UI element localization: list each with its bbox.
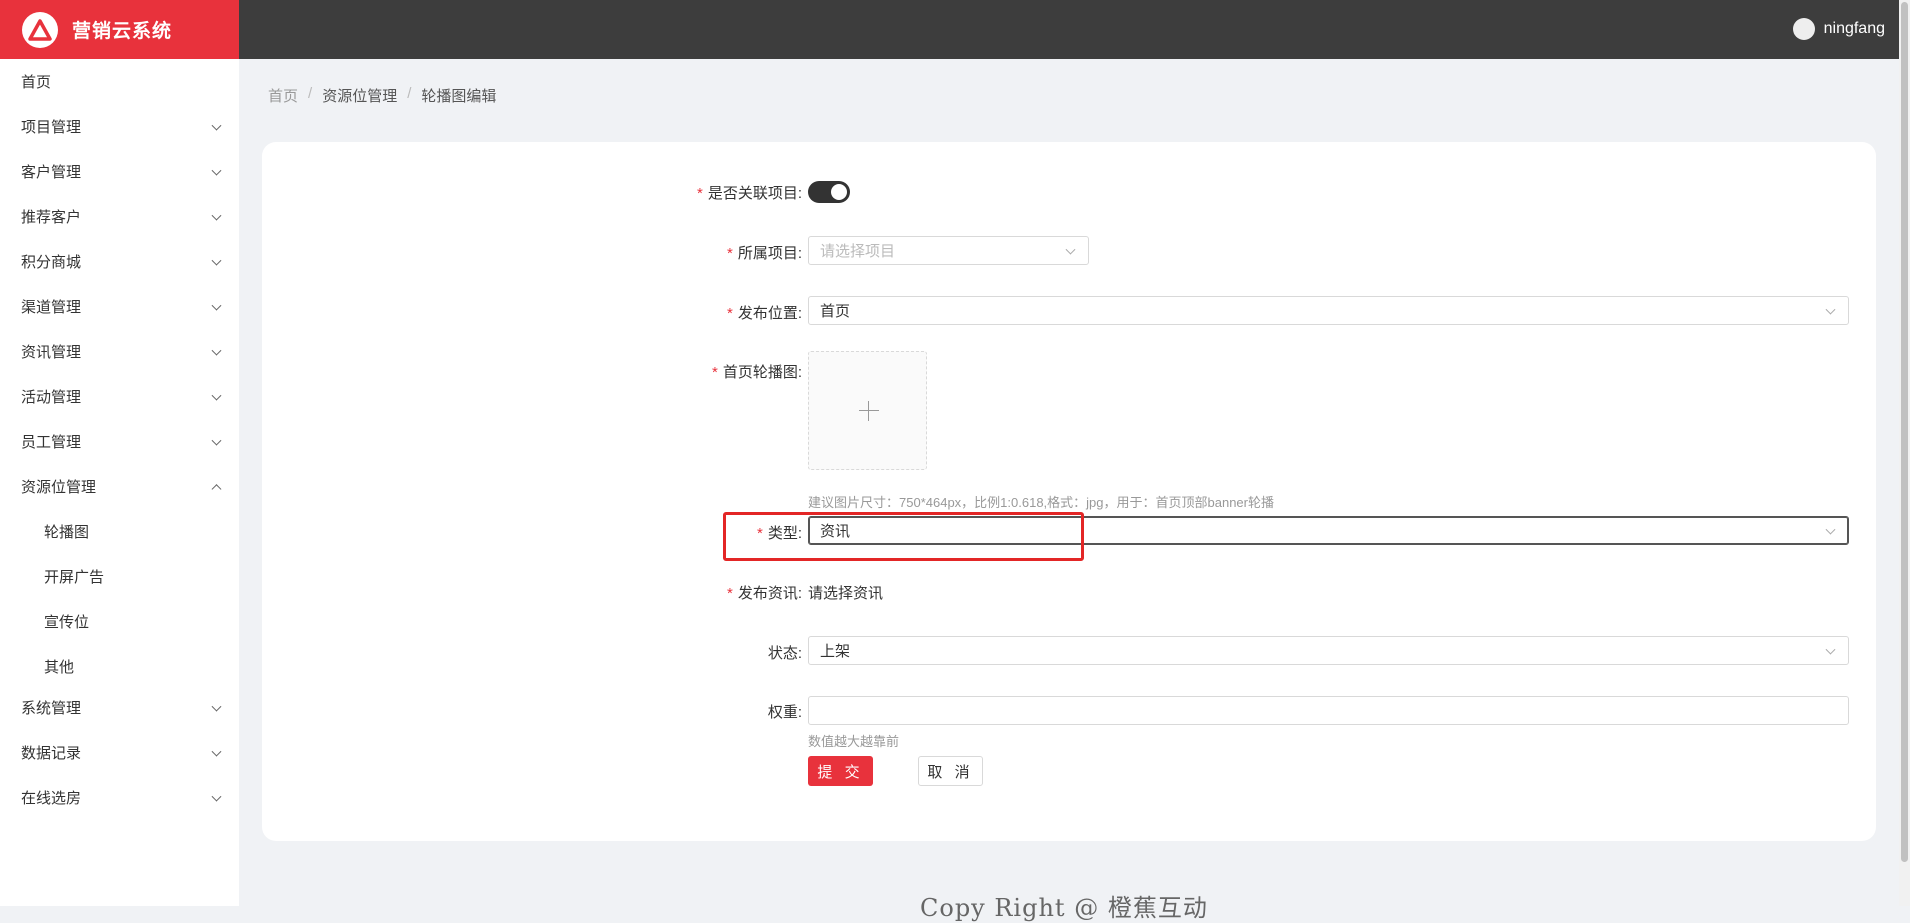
article-label: * 发布资讯: (726, 585, 802, 602)
sidebar: 首页 项目管理 客户管理 推荐客户 积分商城 渠道管理 资讯管理 活动管理 员工… (0, 59, 239, 906)
chevron-down-icon (211, 300, 222, 311)
sidebar-item-carousel[interactable]: 轮播图 (0, 509, 239, 554)
sidebar-item-points-mall[interactable]: 积分商城 (0, 239, 239, 284)
article-picker[interactable]: 请选择资讯 (808, 582, 883, 603)
sidebar-item-label: 首页 (21, 74, 52, 91)
sidebar-item-data-records[interactable]: 数据记录 (0, 730, 239, 775)
chevron-down-icon (211, 345, 222, 356)
status-label: 状态: (767, 645, 802, 662)
chevron-down-icon (211, 701, 222, 712)
sidebar-item-label: 项目管理 (21, 119, 82, 136)
sidebar-item-resource-slots[interactable]: 资源位管理 (0, 464, 239, 509)
banner-upload[interactable] (808, 351, 927, 470)
sidebar-item-promo-slot[interactable]: 宣传位 (0, 599, 239, 644)
project-label: * 所属项目: (726, 245, 802, 262)
sidebar-item-label: 开屏广告 (44, 569, 105, 586)
page-scrollbar[interactable] (1899, 0, 1910, 906)
sidebar-item-label: 积分商城 (21, 254, 82, 271)
sidebar-item-splash-ads[interactable]: 开屏广告 (0, 554, 239, 599)
banner-label: * 首页轮播图: (711, 364, 802, 381)
chevron-down-icon (211, 120, 222, 131)
chevron-down-icon (211, 210, 222, 221)
form-card: * 是否关联项目: * 所属项目: 请选择项目 * 发布位置: 首页 * 首页轮播图: … (262, 142, 1876, 841)
sidebar-item-label: 资讯管理 (21, 344, 82, 361)
breadcrumb-current: 轮播图编辑 (421, 88, 497, 105)
sidebar-item-online-selection[interactable]: 在线选房 (0, 775, 239, 820)
chevron-down-icon (211, 255, 222, 266)
sidebar-item-projects[interactable]: 项目管理 (0, 104, 239, 149)
breadcrumb-separator: / (308, 85, 313, 102)
app-logo[interactable]: 营销云系统 (0, 0, 239, 59)
sidebar-item-label: 推荐客户 (21, 209, 82, 226)
weight-hint: 数值越大越靠前 (808, 734, 900, 749)
sidebar-item-label: 其他 (44, 659, 75, 676)
chevron-down-icon (1825, 524, 1836, 535)
sidebar-item-other[interactable]: 其他 (0, 644, 239, 689)
sidebar-item-label: 在线选房 (21, 790, 82, 807)
position-label: * 发布位置: (726, 305, 802, 322)
sidebar-item-label: 轮播图 (44, 524, 90, 541)
user-name: ningfang (1823, 20, 1885, 37)
chevron-up-icon (211, 483, 222, 494)
sidebar-item-home[interactable]: 首页 (0, 59, 239, 104)
scrollbar-thumb[interactable] (1901, 2, 1908, 862)
sidebar-item-label: 活动管理 (21, 389, 82, 406)
sidebar-item-activities[interactable]: 活动管理 (0, 374, 239, 419)
status-select[interactable]: 上架 (808, 636, 1849, 665)
weight-label: 权重: (767, 704, 802, 721)
switch-knob (831, 184, 847, 200)
logo-icon (22, 11, 58, 48)
cancel-button[interactable]: 取 消 (918, 756, 983, 786)
status-select-value: 上架 (820, 643, 851, 660)
sidebar-item-label: 员工管理 (21, 434, 82, 451)
weight-input[interactable] (808, 696, 1849, 725)
chevron-down-icon (211, 390, 222, 401)
app-title: 营销云系统 (72, 21, 173, 42)
user-menu[interactable]: ningfang (1792, 18, 1885, 40)
avatar (1792, 18, 1815, 40)
chevron-down-icon (211, 791, 222, 802)
sidebar-item-label: 系统管理 (21, 700, 82, 717)
required-mark: * (726, 245, 733, 262)
position-select[interactable]: 首页 (808, 296, 1849, 325)
sidebar-item-customers[interactable]: 客户管理 (0, 149, 239, 194)
required-mark: * (726, 585, 733, 602)
chevron-down-icon (211, 165, 222, 176)
chevron-down-icon (211, 746, 222, 757)
position-select-value: 首页 (820, 303, 851, 320)
link-project-label: * 是否关联项目: (696, 185, 802, 202)
chevron-down-icon (1065, 244, 1076, 255)
sidebar-item-label: 宣传位 (44, 614, 90, 631)
sidebar-item-news[interactable]: 资讯管理 (0, 329, 239, 374)
banner-hint: 建议图片尺寸：750*464px，比例1:0.618,格式：jpg，用于：首页顶… (808, 495, 1274, 510)
sidebar-item-system[interactable]: 系统管理 (0, 685, 239, 730)
breadcrumb: 首页 / 资源位管理 / 轮播图编辑 (268, 85, 496, 106)
sidebar-item-label: 资源位管理 (21, 479, 97, 496)
top-bar: ningfang (239, 0, 1899, 59)
required-mark: * (696, 185, 703, 202)
sidebar-item-staff[interactable]: 员工管理 (0, 419, 239, 464)
plus-icon (859, 410, 879, 411)
project-select-placeholder: 请选择项目 (820, 243, 896, 260)
link-project-switch[interactable] (808, 181, 850, 203)
project-select[interactable]: 请选择项目 (808, 236, 1089, 265)
sidebar-item-channels[interactable]: 渠道管理 (0, 284, 239, 329)
sidebar-item-label: 数据记录 (21, 745, 82, 762)
required-mark: * (726, 305, 733, 322)
highlight-box (723, 512, 1084, 561)
required-mark: * (711, 364, 718, 381)
breadcrumb-home[interactable]: 首页 (268, 85, 298, 106)
breadcrumb-resource-slots[interactable]: 资源位管理 (322, 85, 397, 106)
chevron-down-icon (1825, 644, 1836, 655)
breadcrumb-separator: / (407, 85, 412, 102)
chevron-down-icon (1825, 304, 1836, 315)
sidebar-item-label: 渠道管理 (21, 299, 82, 316)
sidebar-item-referrals[interactable]: 推荐客户 (0, 194, 239, 239)
chevron-down-icon (211, 435, 222, 446)
submit-button[interactable]: 提 交 (808, 756, 873, 786)
sidebar-item-label: 客户管理 (21, 164, 82, 181)
